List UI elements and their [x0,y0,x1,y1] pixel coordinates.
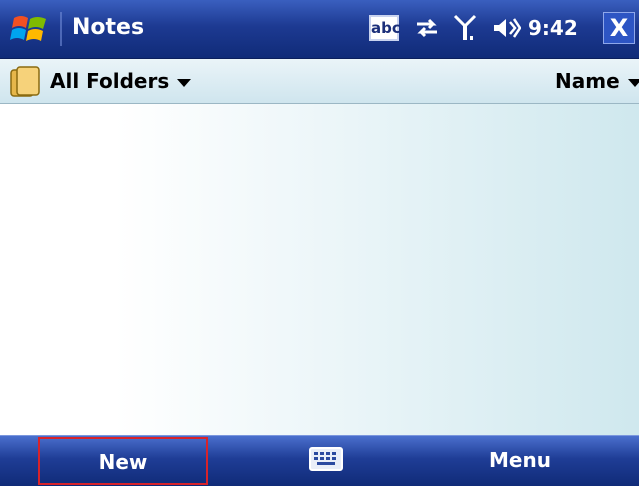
keyboard-icon[interactable] [309,447,343,471]
folder-bar: All Folders Name [0,59,639,104]
abc-input-icon[interactable]: abc [369,15,401,41]
sync-icon[interactable] [413,14,441,42]
chevron-down-icon [177,78,192,87]
sort-dropdown-label: Name [555,69,620,93]
menu-button[interactable]: Menu [450,437,590,485]
folder-icon [10,66,40,97]
notes-list[interactable] [0,104,639,435]
folder-dropdown[interactable]: All Folders [50,69,192,93]
app-title: Notes [72,15,145,40]
new-button[interactable]: New [38,437,208,485]
sort-dropdown[interactable]: Name [555,69,639,93]
volume-icon[interactable] [491,14,521,42]
title-bar: Notes abc 9:42 X [0,0,639,59]
chevron-down-icon [627,78,639,87]
close-button[interactable]: X [603,12,635,44]
windows-start-icon[interactable] [10,12,50,46]
signal-icon[interactable] [452,12,478,44]
clock[interactable]: 9:42 [528,16,578,40]
title-separator [60,12,62,46]
folder-dropdown-label: All Folders [50,69,170,93]
